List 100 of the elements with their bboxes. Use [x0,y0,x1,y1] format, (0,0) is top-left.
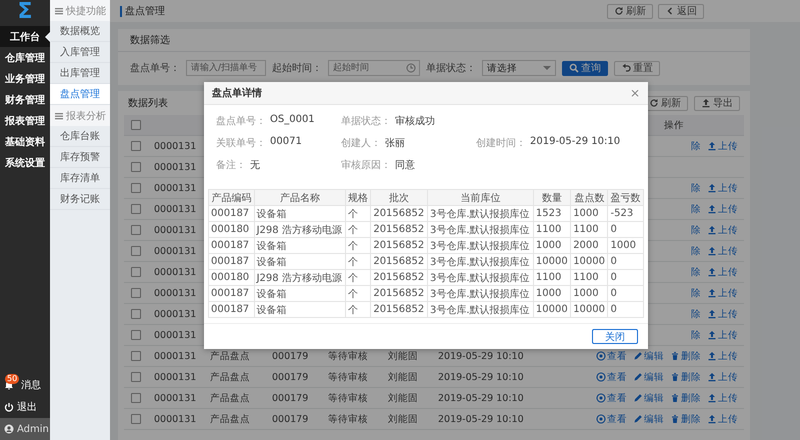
count-badge: 50 [5,374,20,384]
reset-button[interactable]: 重置 [614,60,660,76]
table-cell: 设备箱 [254,302,346,318]
table-cell: 产品盘点 [210,412,250,426]
table-cell: -523 [608,206,644,222]
table-cell: 0 [608,302,644,318]
table-cell: 2019-05-29 10:10 [438,372,524,382]
edit-link[interactable]: 编辑 [633,412,664,426]
table-cell: 3号仓库.默认报损库位 [427,254,534,270]
delete-link[interactable]: 除 [691,286,701,300]
delete-link[interactable]: 除 [691,244,701,258]
table-cell: 000187 [208,254,254,270]
close-button[interactable]: × [630,87,640,99]
table-cell: 10000 [570,254,608,270]
user-item[interactable]: Admin [0,418,50,440]
messages-link[interactable]: 消息 [21,378,41,392]
table-cell: 刘能固 [388,370,418,384]
table-cell: 等待审核 [328,350,368,362]
upload-link[interactable]: 上传 [707,224,738,236]
back-button[interactable]: 返回 [658,4,704,18]
table-cell: 2019-05-29 10:10 [438,414,524,424]
upload-link[interactable]: 上传 [707,308,738,320]
table-cell: 20156852 [370,254,428,270]
table-cell: 0000131 [154,308,196,320]
edit-link[interactable]: 编辑 [633,350,664,362]
column-header: 数量 [533,190,571,206]
order-number-field[interactable]: 请输入/扫描单号 [186,60,266,76]
table-cell: 等待审核 [328,392,368,404]
table-cell: 个 [346,206,371,222]
refresh-button[interactable]: 刷新 [607,4,653,18]
column-header: 批次 [370,190,428,206]
upload-link[interactable]: 上传 [707,350,738,362]
delete-link[interactable]: 删除 [670,370,701,384]
table-cell: 产品盘点 [210,370,250,384]
upload-link[interactable]: 上传 [707,392,738,404]
table-cell: 1000 [533,238,571,254]
table-cell: J298 浩方移动电源 [254,222,346,238]
nav-item[interactable]: 业务管理 [0,68,50,89]
table-cell: 3号仓库.默认报损库位 [427,206,534,222]
status-dropdown[interactable]: 请选择 [482,60,556,76]
nav-item[interactable]: 系统设置 [0,152,50,173]
table-cell: 0000131 [154,330,196,340]
export-button[interactable]: 导出 [694,96,740,110]
upload-link[interactable]: 上传 [707,140,738,152]
table-cell: 0000131 [154,266,196,278]
view-link[interactable]: 查看 [596,412,627,426]
delete-link[interactable]: 除 [691,224,701,236]
logout-link[interactable]: 退出 [17,400,37,414]
upload-link[interactable]: 上传 [707,328,738,342]
nav-item[interactable]: 工作台 [0,26,50,47]
table-cell: 20156852 [370,206,428,222]
table-cell: 3号仓库.默认报损库位 [427,222,534,238]
delete-link[interactable]: 除 [691,328,701,342]
edit-link[interactable]: 编辑 [633,370,664,384]
delete-link[interactable]: 除 [691,182,701,194]
view-link[interactable]: 查看 [596,392,627,404]
date-field[interactable]: 起始时间 [328,60,420,76]
table-cell: 000187 [208,238,254,254]
page-title: 盘点管理 [120,6,165,16]
column-header: 盘点数 [570,190,608,206]
delete-link[interactable]: 除 [691,202,701,216]
search-button[interactable]: 查询 [562,60,608,76]
delete-link[interactable]: 除 [691,140,701,152]
upload-link[interactable]: 上传 [707,286,738,300]
nav-item[interactable]: 财务管理 [0,89,50,110]
delete-link[interactable]: 删除 [670,350,701,362]
column-header: 规格 [346,190,371,206]
nav-item[interactable]: 基础资料 [0,131,50,152]
table-cell: 1100 [533,270,571,286]
delete-link[interactable]: 删除 [670,392,701,404]
upload-link[interactable]: 上传 [707,412,738,426]
delete-link[interactable]: 删除 [670,412,701,426]
table-cell: 产品盘点 [210,350,250,362]
sub-nav-item[interactable]: 盘点管理 [50,84,110,105]
table-cell: 0 [608,270,644,286]
table-cell: 1100 [570,222,608,238]
delete-link[interactable]: 除 [691,308,701,320]
view-link[interactable]: 查看 [596,350,627,362]
nav-item[interactable]: 报表管理 [0,110,50,131]
table-cell: 000180 [208,270,254,286]
table-cell: 0000131 [154,392,196,404]
table-cell: 3号仓库.默认报损库位 [427,302,534,318]
table-cell: 20156852 [370,270,428,286]
table-cell: 个 [346,270,371,286]
view-link[interactable]: 查看 [596,370,627,384]
delete-link[interactable]: 除 [691,266,701,278]
table-cell: 10000 [533,254,571,270]
close-button[interactable]: 关闭 [592,329,638,344]
upload-link[interactable]: 上传 [707,182,738,194]
table-cell: 个 [346,286,371,302]
upload-link[interactable]: 上传 [707,202,738,216]
upload-link[interactable]: 上传 [707,244,738,258]
edit-link[interactable]: 编辑 [633,392,664,404]
upload-link[interactable]: 上传 [707,370,738,384]
table-cell: 刘能固 [388,350,418,362]
logo: Σ [16,0,34,24]
upload-link[interactable]: 上传 [707,266,738,278]
nav-item[interactable]: 仓库管理 [0,47,50,68]
table-cell: 000187 [208,302,254,318]
field-value: 张丽 [385,136,405,150]
